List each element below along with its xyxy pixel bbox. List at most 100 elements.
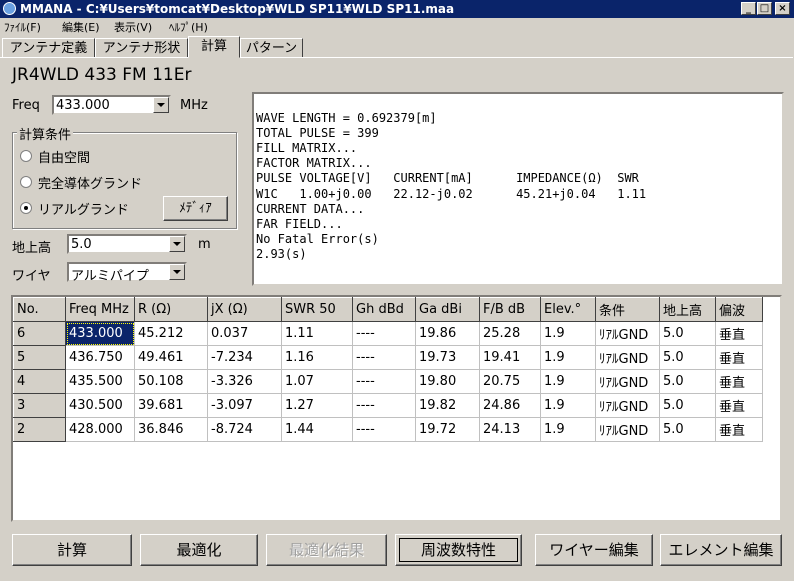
- table-cell[interactable]: 19.73: [415, 345, 480, 370]
- table-cell[interactable]: 430.500: [65, 393, 135, 418]
- table-cell[interactable]: 5.0: [659, 417, 716, 442]
- column-header[interactable]: Freq MHz: [65, 297, 135, 322]
- column-header[interactable]: Ga dBi: [415, 297, 480, 322]
- column-header[interactable]: jX (Ω): [207, 297, 282, 322]
- table-cell[interactable]: ﾘｱﾙGND: [595, 369, 660, 394]
- chevron-down-icon[interactable]: [169, 236, 185, 252]
- menu-help[interactable]: ﾍﾙﾌﾟ(H): [169, 19, 208, 35]
- table-cell[interactable]: 1.16: [281, 345, 353, 370]
- frequency-characteristic-button[interactable]: 周波数特性: [395, 534, 522, 566]
- table-cell[interactable]: ﾘｱﾙGND: [595, 393, 660, 418]
- table-cell[interactable]: -3.326: [207, 369, 282, 394]
- table-cell[interactable]: -3.097: [207, 393, 282, 418]
- wire-combo[interactable]: アルミパイプ: [67, 262, 187, 284]
- menu-file[interactable]: ﾌｧｲﾙ(F): [4, 19, 41, 35]
- table-cell[interactable]: 19.80: [415, 369, 480, 394]
- option-free-space[interactable]: 自由空間: [38, 147, 90, 166]
- table-cell[interactable]: 1.9: [540, 321, 596, 346]
- table-cell[interactable]: 1.9: [540, 345, 596, 370]
- table-cell[interactable]: 1.9: [540, 417, 596, 442]
- row-header[interactable]: 6: [13, 321, 66, 346]
- radio-real-ground[interactable]: [20, 202, 32, 214]
- table-cell[interactable]: 49.461: [134, 345, 208, 370]
- table-cell[interactable]: ----: [352, 417, 416, 442]
- table-cell[interactable]: 1.07: [281, 369, 353, 394]
- table-cell[interactable]: 1.44: [281, 417, 353, 442]
- chevron-down-icon[interactable]: [153, 97, 169, 113]
- table-cell[interactable]: 19.72: [415, 417, 480, 442]
- column-header[interactable]: Gh dBd: [352, 297, 416, 322]
- optimize-result-button[interactable]: 最適化結果: [266, 534, 387, 566]
- table-cell[interactable]: ----: [352, 393, 416, 418]
- results-grid[interactable]: No. Freq MHz R (Ω) jX (Ω) SWR 50 Gh dBd …: [11, 295, 782, 522]
- table-cell[interactable]: 19.41: [479, 345, 541, 370]
- table-cell[interactable]: 1.11: [281, 321, 353, 346]
- radio-free-space[interactable]: [20, 150, 32, 162]
- minimize-button[interactable]: _: [741, 2, 756, 15]
- option-perfect-ground[interactable]: 完全導体グランド: [38, 173, 142, 192]
- height-combo[interactable]: 5.0: [67, 234, 187, 254]
- row-header[interactable]: 5: [13, 345, 66, 370]
- table-cell[interactable]: 19.86: [415, 321, 480, 346]
- table-cell[interactable]: 0.037: [207, 321, 282, 346]
- table-cell[interactable]: 5.0: [659, 321, 716, 346]
- column-header[interactable]: R (Ω): [134, 297, 208, 322]
- table-cell[interactable]: 垂直: [715, 393, 763, 418]
- table-cell[interactable]: 24.13: [479, 417, 541, 442]
- table-cell[interactable]: ﾘｱﾙGND: [595, 417, 660, 442]
- table-cell[interactable]: 428.000: [65, 417, 135, 442]
- table-cell[interactable]: 433.000: [65, 321, 135, 346]
- table-row[interactable]: 5 436.750 49.461 -7.234 1.16 ---- 19.73 19.41 1.…: [13, 345, 763, 370]
- calculation-output[interactable]: WAVE LENGTH = 0.692379[m] TOTAL PULSE = 3…: [252, 92, 784, 286]
- table-cell[interactable]: ----: [352, 345, 416, 370]
- row-header[interactable]: 4: [13, 369, 66, 394]
- table-cell[interactable]: -8.724: [207, 417, 282, 442]
- column-header[interactable]: 地上高: [659, 297, 716, 322]
- radio-perfect-ground[interactable]: [20, 176, 32, 188]
- table-row[interactable]: 2 428.000 36.846 -8.724 1.44 ---- 19.72 24.13 1.…: [13, 417, 763, 442]
- table-cell[interactable]: 50.108: [134, 369, 208, 394]
- table-cell[interactable]: 435.500: [65, 369, 135, 394]
- table-cell[interactable]: 1.9: [540, 369, 596, 394]
- maximize-button[interactable]: □: [757, 2, 772, 15]
- table-cell[interactable]: 45.212: [134, 321, 208, 346]
- tab-calculation[interactable]: 計算: [188, 36, 240, 58]
- tab-pattern[interactable]: パターン: [240, 38, 303, 58]
- media-button[interactable]: ﾒﾃﾞｨｱ: [163, 196, 228, 221]
- table-row[interactable]: 4 435.500 50.108 -3.326 1.07 ---- 19.80 20.75 1.…: [13, 369, 763, 394]
- table-cell[interactable]: -7.234: [207, 345, 282, 370]
- menu-edit[interactable]: 編集(E): [62, 19, 100, 35]
- table-cell[interactable]: 垂直: [715, 321, 763, 346]
- table-cell[interactable]: 5.0: [659, 393, 716, 418]
- column-header[interactable]: Elev.°: [540, 297, 596, 322]
- column-header[interactable]: F/B dB: [479, 297, 541, 322]
- tab-antenna-shape[interactable]: アンテナ形状: [95, 38, 188, 58]
- table-cell[interactable]: ----: [352, 369, 416, 394]
- column-header[interactable]: 条件: [595, 297, 660, 322]
- table-cell[interactable]: ﾘｱﾙGND: [595, 321, 660, 346]
- column-header[interactable]: SWR 50: [281, 297, 353, 322]
- app-icon[interactable]: [3, 2, 16, 15]
- calculate-button[interactable]: 計算: [12, 534, 132, 566]
- table-cell[interactable]: 1.9: [540, 393, 596, 418]
- freq-combo[interactable]: 433.000: [52, 95, 171, 115]
- table-cell[interactable]: ﾘｱﾙGND: [595, 345, 660, 370]
- table-cell[interactable]: 5.0: [659, 345, 716, 370]
- row-header[interactable]: 3: [13, 393, 66, 418]
- table-cell[interactable]: 19.82: [415, 393, 480, 418]
- element-edit-button[interactable]: エレメント編集: [660, 534, 782, 566]
- close-button[interactable]: ×: [775, 2, 790, 15]
- menu-view[interactable]: 表示(V): [114, 19, 152, 35]
- table-cell[interactable]: 39.681: [134, 393, 208, 418]
- table-cell[interactable]: 垂直: [715, 369, 763, 394]
- optimize-button[interactable]: 最適化: [140, 534, 258, 566]
- table-cell[interactable]: 垂直: [715, 345, 763, 370]
- wire-edit-button[interactable]: ワイヤー編集: [535, 534, 653, 566]
- table-row[interactable]: 6 433.000 45.212 0.037 1.11 ---- 19.86 25.28 1.9…: [13, 321, 763, 346]
- tab-antenna-definition[interactable]: アンテナ定義: [2, 38, 95, 58]
- table-cell[interactable]: 25.28: [479, 321, 541, 346]
- column-header[interactable]: No.: [13, 297, 66, 322]
- column-header[interactable]: 偏波: [715, 297, 763, 322]
- chevron-down-icon[interactable]: [169, 264, 185, 280]
- table-cell[interactable]: ----: [352, 321, 416, 346]
